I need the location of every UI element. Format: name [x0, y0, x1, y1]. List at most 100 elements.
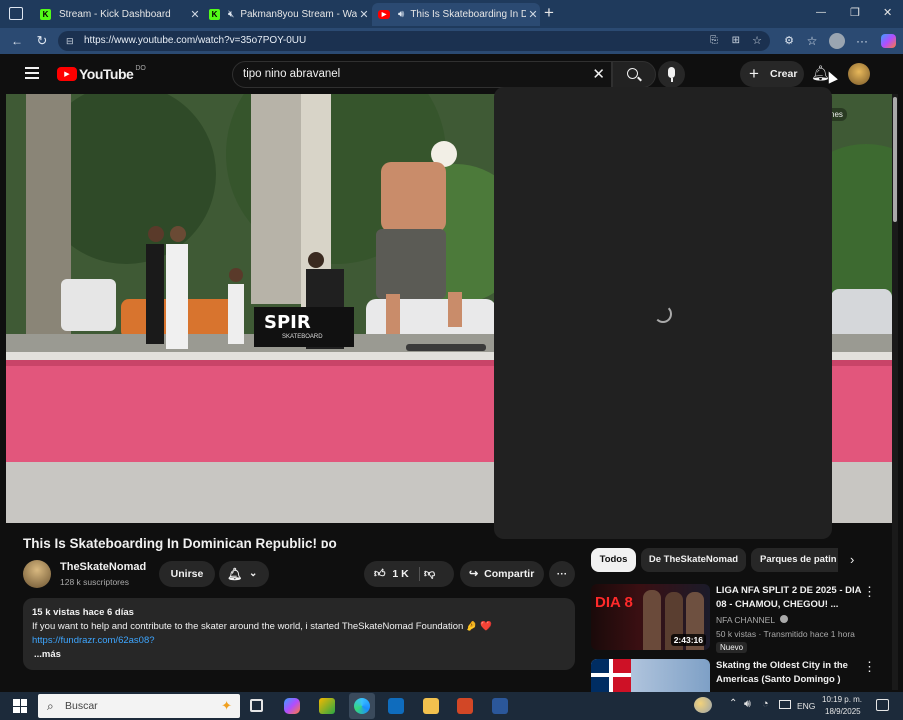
close-tab-icon[interactable]: ✕ — [188, 8, 202, 21]
windows-taskbar: ⌕ Buscar ✦ ⌃ 🔊︎ ◔ ENG 10:19 p. m. 18/9/2… — [0, 692, 903, 720]
create-button[interactable]: + Crear — [740, 61, 804, 87]
bell-icon: 🔔︎ — [227, 567, 243, 581]
windows-start-icon[interactable] — [13, 699, 27, 713]
like-button[interactable]: 👍︎ 1 K — [364, 561, 416, 587]
word-app-icon[interactable] — [492, 698, 508, 714]
chip-from-channel[interactable]: De TheSkateNomad — [641, 548, 746, 572]
outlook-app-icon[interactable] — [388, 698, 404, 714]
weather-icon[interactable] — [694, 697, 712, 713]
more-vert-icon[interactable]: ⋮ — [863, 659, 876, 675]
copilot-app-icon[interactable] — [284, 698, 300, 714]
clock-time[interactable]: 10:19 p. m. — [822, 695, 862, 704]
back-arrow-icon[interactable]: ← — [8, 28, 26, 54]
share-button[interactable]: ↪ Compartir — [460, 561, 544, 587]
recommendation-thumbnail[interactable]: DIA 8 2:43:16 — [591, 584, 710, 650]
wifi-icon[interactable]: ◔ — [762, 698, 769, 710]
description-more[interactable]: ...más — [34, 648, 566, 662]
voice-search-button[interactable] — [658, 61, 685, 88]
app-available-icon[interactable]: ⊞ — [732, 31, 740, 51]
kick-icon: K — [209, 9, 220, 20]
minimize-button[interactable]: — — [816, 7, 826, 18]
clear-search-icon[interactable]: ✕ — [592, 62, 605, 87]
recommendation-meta: 50 k vistas · Transmitido hace 1 hora — [716, 629, 855, 639]
audio-playing-icon[interactable]: 🔊︎ — [398, 9, 404, 20]
restore-button[interactable]: ❐ — [850, 6, 860, 19]
copilot-sparkle-icon: ✦ — [221, 698, 232, 713]
tab-youtube-video[interactable]: ▶ 🔊︎ This Is Skateboarding In Dom ✕ — [372, 3, 540, 26]
close-window-button[interactable]: ✕ — [883, 6, 892, 19]
join-button[interactable]: Unirse — [159, 561, 215, 587]
profile-avatar[interactable] — [829, 33, 845, 49]
tab-kick-dashboard[interactable]: K Stream - Kick Dashboard ✕ — [34, 3, 202, 26]
store-app-icon[interactable] — [319, 698, 335, 714]
favorite-star-icon[interactable]: ☆ — [752, 31, 762, 51]
channel-name[interactable]: TheSkateNomad — [60, 561, 146, 573]
create-label: Crear — [770, 68, 798, 80]
tab-title: This Is Skateboarding In Dom — [410, 9, 526, 20]
search-icon: ⌕ — [47, 699, 54, 713]
volume-icon[interactable]: 🔊︎ — [744, 698, 751, 711]
read-aloud-icon[interactable]: ⎘ — [710, 31, 718, 51]
chip-skate-parks[interactable]: Parques de patin — [751, 548, 838, 572]
show-hidden-icons-chevron[interactable]: ⌃ — [729, 698, 737, 709]
recommendation-channel[interactable]: NFA CHANNEL — [716, 615, 789, 625]
tab-actions-icon[interactable] — [9, 7, 23, 20]
recommendation-title[interactable]: LIGA NFA SPLIT 2 DE 2025 - DIA 08 - CHAM… — [716, 584, 866, 612]
search-button[interactable] — [612, 61, 656, 88]
video-duration: 2:43:16 — [670, 634, 706, 646]
thumbnail-text: DIA 8 — [595, 594, 633, 611]
taskbar-search-input[interactable]: ⌕ Buscar ✦ — [38, 694, 240, 718]
task-view-icon[interactable] — [250, 699, 263, 712]
description-link[interactable]: https://fundrazr.com/62as08? — [32, 634, 566, 648]
more-vert-icon[interactable]: ⋮ — [863, 584, 876, 600]
search-placeholder: Buscar — [65, 700, 98, 712]
recommendation-item[interactable]: Skating the Oldest City in the Americas … — [591, 659, 891, 692]
address-bar[interactable]: ⊟ https://www.youtube.com/watch?v=35o7PO… — [58, 31, 770, 51]
video-title: This Is Skateboarding In Dominican Repub… — [23, 536, 337, 551]
new-tab-button[interactable]: + — [544, 3, 554, 23]
copilot-icon[interactable] — [881, 34, 896, 48]
channel-avatar[interactable] — [23, 560, 51, 588]
thumbs-up-icon: 👍︎ — [374, 568, 386, 580]
search-input[interactable]: tipo nino abravanel ✕ — [232, 61, 612, 88]
tab-title: Stream - Kick Dashboard — [59, 9, 171, 20]
muted-audio-icon[interactable]: 🔇︎ — [228, 9, 234, 20]
powerpoint-app-icon[interactable] — [457, 698, 473, 714]
site-info-icon[interactable]: ⊟ — [66, 31, 74, 51]
chevron-right-icon[interactable]: › — [850, 552, 854, 567]
thumbs-down-icon: 👎︎ — [424, 568, 436, 580]
close-tab-icon[interactable]: ✕ — [357, 8, 371, 21]
subscribed-button[interactable]: 🔔︎ ⌄ — [219, 561, 269, 587]
dislike-button[interactable]: 👎︎ — [424, 561, 435, 587]
file-explorer-icon[interactable] — [423, 698, 439, 714]
like-count: 1 K — [392, 568, 409, 580]
recommendation-thumbnail[interactable] — [591, 659, 710, 692]
logo-text: YouTube — [79, 66, 134, 82]
more-options-icon[interactable]: ··· — [853, 28, 871, 54]
youtube-icon: ▶ — [378, 10, 390, 19]
edge-app-icon[interactable] — [349, 693, 375, 719]
display-icon[interactable] — [779, 700, 791, 709]
account-avatar[interactable] — [848, 63, 870, 85]
language-indicator[interactable]: ENG — [797, 701, 815, 711]
tab-pakman-stream[interactable]: K 🔇︎ Pakman8you Stream - Watc ✕ — [203, 3, 371, 26]
chip-all[interactable]: Todos — [591, 548, 636, 572]
extensions-icon[interactable]: ⚙ — [780, 28, 798, 54]
favorites-icon[interactable]: ☆ — [803, 28, 821, 54]
youtube-logo[interactable]: ▶ YouTube DO — [57, 65, 146, 82]
video-sign-text: SPIR — [264, 312, 311, 333]
description-box[interactable]: 15 k vistas hace 6 días If you want to h… — [23, 598, 575, 670]
tab-title: Pakman8you Stream - Watc — [240, 9, 357, 20]
recommendation-item[interactable]: DIA 8 2:43:16 LIGA NFA SPLIT 2 DE 2025 -… — [591, 584, 891, 654]
more-actions-button[interactable]: ··· — [549, 561, 575, 587]
plus-icon: + — [749, 64, 759, 83]
menu-icon[interactable] — [25, 67, 39, 79]
reload-icon[interactable]: ↻ — [33, 28, 51, 54]
notification-center-icon[interactable] — [876, 699, 889, 711]
notifications-panel — [494, 87, 832, 539]
clock-date[interactable]: 18/9/2025 — [825, 707, 861, 716]
close-tab-icon[interactable]: ✕ — [526, 8, 540, 21]
new-badge: Nuevo — [716, 642, 748, 653]
page-scrollbar[interactable] — [892, 94, 898, 690]
recommendation-title[interactable]: Skating the Oldest City in the Americas … — [716, 659, 866, 687]
